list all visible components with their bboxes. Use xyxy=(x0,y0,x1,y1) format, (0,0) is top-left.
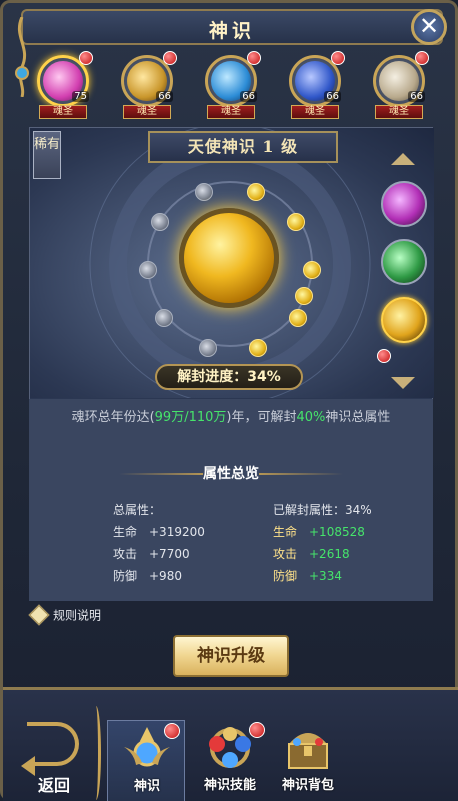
avatar-tag: 魂圣 xyxy=(375,105,423,119)
unlock-percent-value: 40% xyxy=(296,410,326,425)
avatar-slot-4[interactable]: 66 魂圣 xyxy=(285,51,345,123)
stat-value: +319200 xyxy=(149,525,205,539)
avatar-level: 66 xyxy=(156,91,173,102)
notification-dot-icon xyxy=(331,51,345,65)
stat-value: +108528 xyxy=(309,525,365,539)
stat-row: 攻击 +2618 xyxy=(273,543,372,565)
stat-value: +7700 xyxy=(149,547,190,561)
seal-slot xyxy=(287,213,305,231)
stat-value: +980 xyxy=(149,569,182,583)
avatar-level: 66 xyxy=(324,91,341,102)
tab-label: 神识背包 xyxy=(281,778,334,793)
desc-text: 神识总属性 xyxy=(325,410,391,425)
avatar-tag: 魂圣 xyxy=(39,105,87,119)
total-stats-column: 总属性： 生命 +319200 攻击 +7700 防御 +980 xyxy=(113,499,205,587)
window-title: 神识 xyxy=(208,20,255,42)
avatar-level: 66 xyxy=(240,91,257,102)
close-button[interactable]: ✕ xyxy=(411,9,447,45)
stat-key: 攻击 xyxy=(113,547,138,561)
seal-slot xyxy=(289,309,307,327)
avatar-tag: 魂圣 xyxy=(291,105,339,119)
window-frame: 神识 ✕ 75 魂圣 66 魂圣 66 魂圣 66 魂圣 66 魂圣 稀有 天使… xyxy=(0,0,458,801)
side-item-purple-spirit[interactable] xyxy=(381,181,427,227)
rarity-badge: 稀有 xyxy=(33,131,61,179)
seal-slot xyxy=(199,339,217,357)
stat-key: 生命 xyxy=(273,525,298,539)
stat-value: +334 xyxy=(309,569,342,583)
stat-row: 防御 +334 xyxy=(273,565,372,587)
stat-key: 防御 xyxy=(273,569,298,583)
upgrade-button[interactable]: 神识升级 xyxy=(173,635,289,677)
tab-label: 神识技能 xyxy=(203,778,256,793)
notification-dot-icon xyxy=(377,349,391,363)
back-button[interactable]: 返回 xyxy=(17,716,91,796)
unlock-progress-label: 解封进度：34% xyxy=(177,369,281,385)
seal-slot xyxy=(151,213,169,231)
unlock-progress: 解封进度：34% xyxy=(155,364,303,390)
angel-spirit-orb-icon xyxy=(179,208,279,308)
tab-label: 神识 xyxy=(133,779,160,794)
treasure-chest-icon xyxy=(288,733,328,769)
notification-dot-icon xyxy=(247,51,261,65)
summary-title: 属性总览 xyxy=(203,466,259,482)
notification-dot-icon xyxy=(415,51,429,65)
avatar-tag: 魂圣 xyxy=(207,105,255,119)
notification-dot-icon xyxy=(163,51,177,65)
unlocked-stats-column: 已解封属性：34% 生命 +108528 攻击 +2618 防御 +334 xyxy=(273,499,372,587)
stat-row: 生命 +108528 xyxy=(273,521,372,543)
seal-slot xyxy=(303,261,321,279)
info-diamond-icon xyxy=(28,604,50,626)
avatar-level: 66 xyxy=(408,91,425,102)
seal-slot xyxy=(295,287,313,305)
tab-spirit-skill[interactable]: 神识技能 xyxy=(191,720,269,801)
avatar-slot-2[interactable]: 66 魂圣 xyxy=(117,51,177,123)
ring-years-value: 99万/110万 xyxy=(154,410,227,425)
close-icon: ✕ xyxy=(418,12,440,40)
avatar-slot-5[interactable]: 66 魂圣 xyxy=(369,51,429,123)
scroll-up-icon[interactable] xyxy=(391,153,415,165)
stat-value: +2618 xyxy=(309,547,350,561)
desc-text: 魂环总年份达( xyxy=(71,410,155,425)
unlock-description: 魂环总年份达(99万/110万)年，可解封40%神识总属性 xyxy=(39,407,423,429)
unlocked-stats-label: 已解封属性：34% xyxy=(273,503,372,517)
stat-row: 攻击 +7700 xyxy=(113,543,205,565)
rules-label: 规则说明 xyxy=(53,608,102,623)
notification-dot-icon xyxy=(249,722,265,738)
desc-text: )年，可解封 xyxy=(226,410,297,425)
stat-key: 攻击 xyxy=(273,547,298,561)
seal-slot xyxy=(247,183,265,201)
back-label: 返回 xyxy=(37,776,70,795)
seal-slot xyxy=(139,261,157,279)
notification-dot-icon xyxy=(79,51,93,65)
seal-slot xyxy=(155,309,173,327)
notification-dot-icon xyxy=(164,723,180,739)
bottom-bar: 返回 神识 神识技能 神识背包 xyxy=(3,687,458,801)
rules-link[interactable]: 规则说明 xyxy=(28,604,102,626)
avatar-level: 75 xyxy=(72,91,89,102)
avatar-tag: 魂圣 xyxy=(123,105,171,119)
tab-spirit-bag[interactable]: 神识背包 xyxy=(269,720,347,801)
spirit-side-list xyxy=(377,153,433,389)
seal-slot xyxy=(195,183,213,201)
stat-row: 生命 +319200 xyxy=(113,521,205,543)
attribute-info-panel: 魂环总年份达(99万/110万)年，可解封40%神识总属性 属性总览 总属性： … xyxy=(29,399,433,601)
title-ornament-icon xyxy=(15,17,29,97)
avatar-slot-3[interactable]: 66 魂圣 xyxy=(201,51,261,123)
divider-line xyxy=(259,473,343,475)
side-item-gold-spirit[interactable] xyxy=(381,297,427,343)
side-item-green-spirit[interactable] xyxy=(381,239,427,285)
level-title: 天使神识 1 级 xyxy=(187,137,299,156)
avatar-row: 75 魂圣 66 魂圣 66 魂圣 66 魂圣 66 魂圣 xyxy=(33,49,443,125)
title-bar: 神识 xyxy=(21,9,443,45)
bar-divider xyxy=(91,706,101,800)
scroll-down-icon[interactable] xyxy=(391,377,415,389)
level-banner: 天使神识 1 级 xyxy=(148,131,338,163)
stat-key: 生命 xyxy=(113,525,138,539)
seal-slot xyxy=(249,339,267,357)
total-stats-label: 总属性： xyxy=(113,503,162,517)
stat-key: 防御 xyxy=(113,569,138,583)
tab-spirit[interactable]: 神识 xyxy=(107,720,185,801)
avatar-slot-1[interactable]: 75 魂圣 xyxy=(33,51,93,123)
stat-row: 防御 +980 xyxy=(113,565,205,587)
